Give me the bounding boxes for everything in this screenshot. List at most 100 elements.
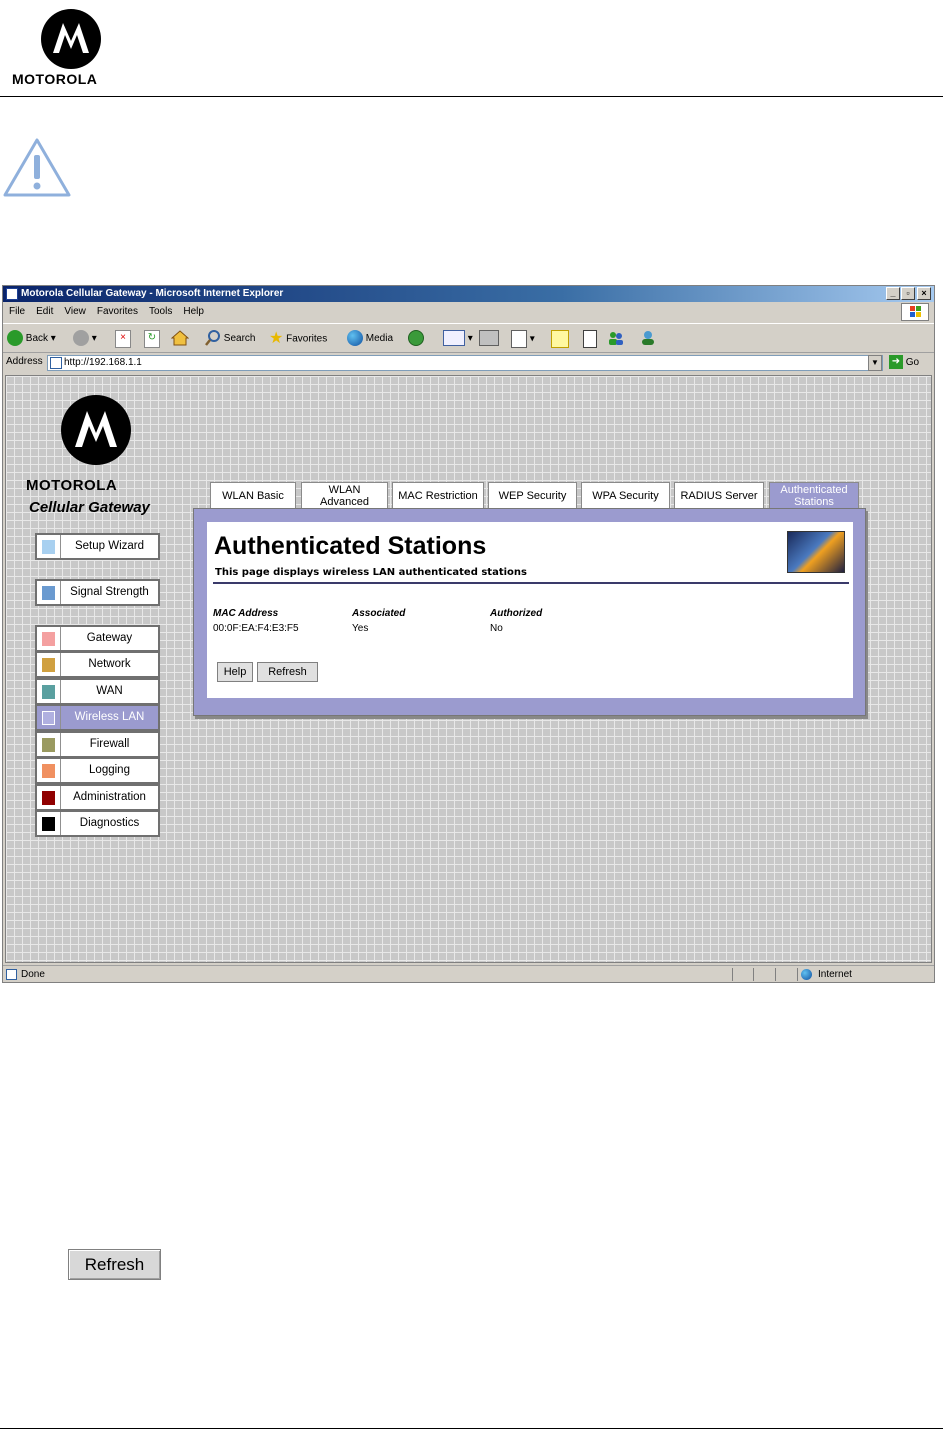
- security-zone: Internet: [818, 969, 852, 980]
- research-button[interactable]: [583, 330, 597, 348]
- nav-diagnostics[interactable]: Diagnostics: [35, 810, 160, 837]
- history-button[interactable]: [408, 330, 424, 348]
- help-button[interactable]: Help: [217, 662, 253, 682]
- station-mac-address: 00:0F:EA:F4:E3:F5: [213, 623, 299, 634]
- header-divider: [0, 96, 943, 97]
- status-bar: Done Internet: [3, 965, 934, 983]
- nav-swatch: [42, 586, 55, 600]
- nav-swatch: [42, 632, 55, 646]
- media-button[interactable]: Media: [347, 330, 393, 348]
- search-button[interactable]: Search: [205, 330, 255, 348]
- page-title: Authenticated Stations: [214, 532, 487, 560]
- nav-swatch: [42, 764, 55, 778]
- toolbar: Back ▾ ▾ × ↻ Search ★ Favorites Media ▾ …: [3, 323, 934, 353]
- back-button[interactable]: Back ▾: [7, 330, 56, 348]
- product-name: Cellular Gateway: [29, 499, 150, 516]
- page-done-icon: [6, 969, 17, 980]
- menu-bar: File Edit View Favorites Tools Help: [3, 303, 934, 321]
- refresh-icon: ↻: [144, 330, 160, 348]
- column-header-associated: Associated: [352, 608, 406, 619]
- internet-globe-icon: [801, 969, 812, 980]
- menu-help[interactable]: Help: [183, 303, 204, 321]
- refresh-button-illustration[interactable]: Refresh: [68, 1249, 161, 1280]
- minimize-button[interactable]: _: [886, 287, 900, 300]
- window-title: Motorola Cellular Gateway - Microsoft In…: [21, 288, 284, 299]
- page-icon: [50, 357, 62, 369]
- edit-page-icon: [511, 330, 527, 348]
- title-divider: [213, 582, 849, 584]
- computer-monitors-icon: [787, 531, 845, 573]
- address-bar: Address http://192.168.1.1 ▼ ➜ Go: [3, 353, 934, 373]
- menu-view[interactable]: View: [64, 303, 86, 321]
- motorola-logo-icon: [61, 395, 131, 465]
- nav-swatch: [42, 685, 55, 699]
- motorola-logo-icon: [41, 9, 101, 69]
- nav-setup-wizard[interactable]: Setup Wizard: [35, 533, 160, 560]
- menu-file[interactable]: File: [9, 303, 25, 321]
- page-logo-text: MOTOROLA: [26, 477, 118, 494]
- tab-radius-server[interactable]: RADIUS Server: [674, 482, 764, 509]
- search-icon: [205, 330, 221, 347]
- favorites-button[interactable]: ★ Favorites: [269, 330, 327, 348]
- home-icon: [170, 330, 190, 346]
- go-arrow-icon: ➜: [889, 355, 903, 370]
- nav-logging[interactable]: Logging: [35, 757, 160, 784]
- page-viewport[interactable]: MOTOROLA Cellular Gateway Setup Wizard S…: [5, 375, 932, 963]
- nav-wireless-lan[interactable]: Wireless LAN: [35, 704, 160, 731]
- nav-swatch: [42, 540, 55, 554]
- nav-administration[interactable]: Administration: [35, 784, 160, 811]
- address-dropdown-button[interactable]: ▼: [868, 355, 882, 371]
- nav-swatch: [42, 711, 55, 725]
- content-panel: Authenticated Stations This page display…: [207, 522, 853, 698]
- back-arrow-icon: [7, 330, 23, 347]
- column-header-mac: MAC Address: [213, 608, 279, 619]
- menu-favorites[interactable]: Favorites: [97, 303, 138, 321]
- stop-button[interactable]: ×: [115, 330, 131, 348]
- home-button[interactable]: [170, 330, 190, 348]
- forward-button[interactable]: ▾: [73, 330, 97, 348]
- nav-swatch: [42, 817, 55, 831]
- address-input[interactable]: http://192.168.1.1: [47, 355, 883, 371]
- column-header-authorized: Authorized: [490, 608, 543, 619]
- note-icon: [551, 330, 569, 348]
- station-authorized: No: [490, 623, 503, 634]
- go-button[interactable]: ➜ Go: [889, 355, 929, 371]
- messenger-icon: [607, 330, 625, 346]
- windows-flag-icon: [901, 303, 929, 321]
- tab-wlan-advanced[interactable]: WLAN Advanced: [301, 482, 388, 509]
- mail-button[interactable]: ▾: [443, 330, 473, 348]
- menu-tools[interactable]: Tools: [149, 303, 172, 321]
- tab-wep-security[interactable]: WEP Security: [488, 482, 577, 509]
- refresh-button[interactable]: Refresh: [257, 662, 318, 682]
- browser-window: Motorola Cellular Gateway - Microsoft In…: [2, 285, 935, 983]
- page-subtitle: This page displays wireless LAN authenti…: [215, 567, 527, 578]
- close-window-button[interactable]: ×: [917, 287, 931, 300]
- print-button[interactable]: [479, 330, 499, 348]
- tab-authenticated-stations[interactable]: Authenticated Stations: [769, 482, 859, 509]
- messenger-button[interactable]: [607, 330, 625, 348]
- tab-mac-restriction[interactable]: MAC Restriction: [392, 482, 484, 509]
- contacts-button[interactable]: [639, 330, 657, 348]
- status-text: Done: [21, 969, 45, 980]
- nav-signal-strength[interactable]: Signal Strength: [35, 579, 160, 606]
- footer-divider: [0, 1428, 943, 1429]
- tab-wlan-basic[interactable]: WLAN Basic: [210, 482, 296, 509]
- nav-wan[interactable]: WAN: [35, 678, 160, 705]
- restore-button[interactable]: ▫: [901, 287, 915, 300]
- nav-gateway[interactable]: Gateway: [35, 625, 160, 652]
- media-globe-icon: [347, 330, 363, 347]
- ie-page-icon: [6, 288, 18, 300]
- discuss-button[interactable]: [551, 330, 569, 348]
- star-icon: ★: [269, 330, 284, 347]
- refresh-browser-button[interactable]: ↻: [144, 330, 160, 348]
- tab-wpa-security[interactable]: WPA Security: [581, 482, 670, 509]
- title-bar[interactable]: Motorola Cellular Gateway - Microsoft In…: [3, 286, 934, 302]
- edit-button[interactable]: ▾: [511, 330, 535, 348]
- station-associated: Yes: [352, 623, 369, 634]
- research-icon: [583, 330, 597, 348]
- address-label: Address: [6, 356, 43, 367]
- menu-edit[interactable]: Edit: [36, 303, 53, 321]
- nav-firewall[interactable]: Firewall: [35, 731, 160, 758]
- warning-triangle-icon: [2, 137, 72, 203]
- nav-network[interactable]: Network: [35, 651, 160, 678]
